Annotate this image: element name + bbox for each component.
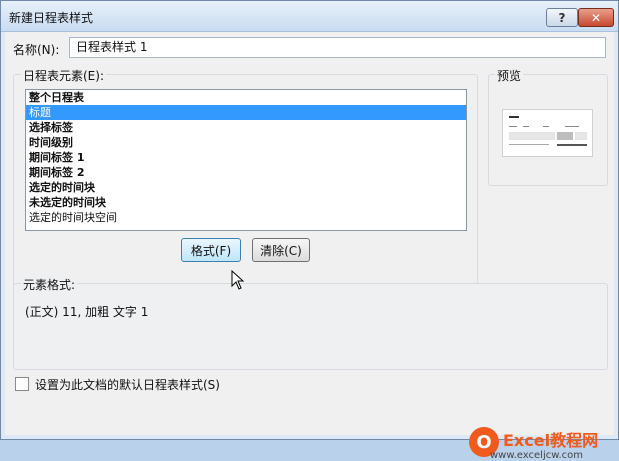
element-format-label: 元素格式: [21, 276, 78, 293]
watermark-url: www.exceljcw.com [490, 450, 584, 461]
list-item[interactable]: 未选定的时间块 [26, 195, 466, 210]
list-item[interactable]: 时间级别 [26, 135, 466, 150]
name-label: 名称(N): [13, 43, 60, 57]
watermark-title: Excel教程网 [503, 431, 599, 450]
timeline-preview-icon [509, 116, 587, 146]
preview-image [502, 109, 593, 157]
close-button[interactable]: ✕ [578, 8, 614, 27]
list-item[interactable]: 选定的时间块 [26, 180, 466, 195]
list-item[interactable]: 整个日程表 [26, 90, 466, 105]
dialog-title: 新建日程表样式 [9, 11, 94, 25]
format-button[interactable]: 格式(F) [181, 238, 241, 262]
dialog-body: 名称(N): 日程表样式 1 日程表元素(E): 整个日程表 标题 选择标签 时间级别… [5, 32, 614, 461]
elements-listbox[interactable]: 整个日程表 标题 选择标签 时间级别 期间标签 1 期间标签 2 选定的时间块 未选定的时间块… [25, 89, 467, 231]
name-input[interactable]: 日程表样式 1 [69, 37, 606, 58]
element-format-text: (正文) 11, 加粗 文字 1 [25, 305, 149, 319]
dialog-window: 新建日程表样式 ? ✕ 名称(N): 日程表样式 1 日程表元素(E): 整个日… [0, 0, 619, 461]
list-item[interactable]: 选定的时间块空间 [26, 210, 466, 225]
preview-group-label: 预览 [495, 67, 524, 84]
default-style-label[interactable]: 设置为此文档的默认日程表样式(S) [35, 376, 220, 393]
list-item[interactable]: 选择标签 [26, 120, 466, 135]
list-item[interactable]: 期间标签 2 [26, 165, 466, 180]
elements-group-label: 日程表元素(E): [21, 67, 106, 84]
default-style-checkbox[interactable] [15, 377, 29, 391]
title-bar[interactable]: 新建日程表样式 ? ✕ [1, 1, 618, 32]
clear-button[interactable]: 清除(C) [252, 238, 310, 262]
help-button[interactable]: ? [546, 8, 578, 27]
mouse-cursor-icon [231, 270, 245, 290]
list-item[interactable]: 标题 [26, 105, 466, 120]
element-format-group [13, 283, 608, 370]
list-item[interactable]: 期间标签 1 [26, 150, 466, 165]
